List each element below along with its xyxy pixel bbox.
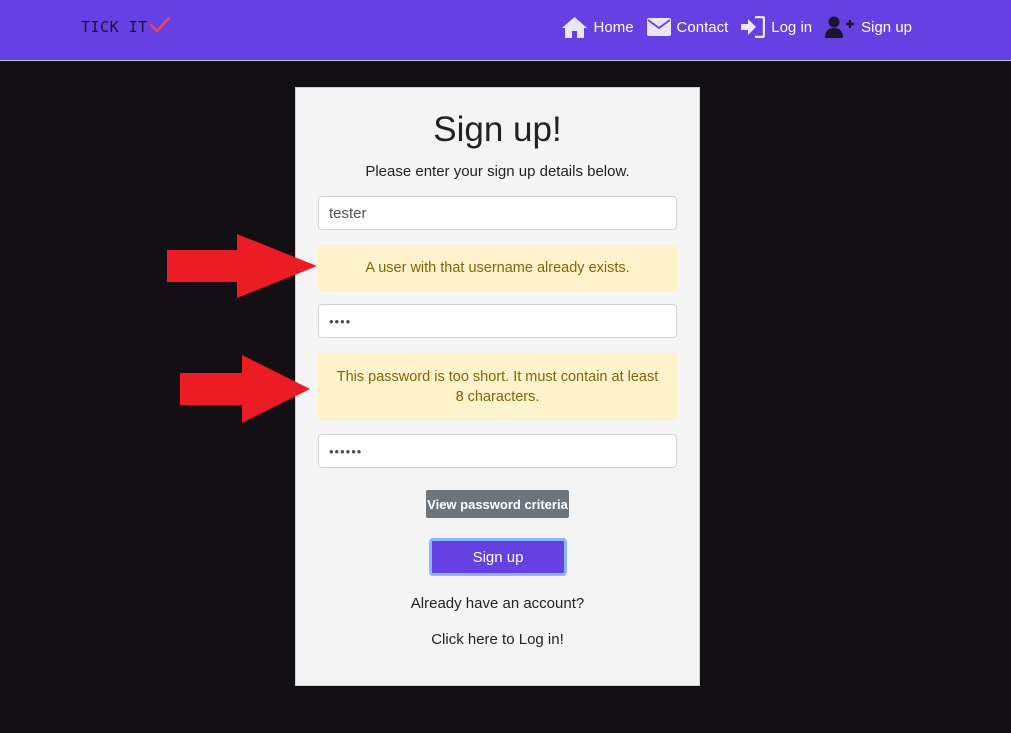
view-password-criteria-button[interactable]: View password criteria bbox=[426, 490, 569, 518]
user-plus-icon bbox=[825, 16, 855, 38]
page-subtitle: Please enter your sign up details below. bbox=[365, 163, 630, 180]
checkmark-icon bbox=[149, 16, 171, 33]
page-title: Sign up! bbox=[433, 110, 562, 149]
nav-contact-label: Contact bbox=[676, 18, 729, 36]
signup-card: Sign up! Please enter your sign up detai… bbox=[295, 87, 700, 686]
login-link[interactable]: Click here to Log in! bbox=[296, 631, 699, 648]
red-arrow-icon bbox=[167, 234, 317, 298]
username-input[interactable] bbox=[318, 196, 677, 230]
red-arrow-icon bbox=[180, 355, 310, 423]
nav-signup-label: Sign up bbox=[861, 18, 912, 36]
confirm-password-input[interactable] bbox=[318, 434, 677, 468]
nav-home-link[interactable]: Home bbox=[561, 16, 634, 38]
password-error-alert: This password is too short. It must cont… bbox=[318, 353, 677, 420]
brand-logo[interactable]: TICK IT bbox=[81, 16, 171, 36]
nav-contact-link[interactable]: Contact bbox=[646, 18, 729, 36]
sign-in-icon bbox=[741, 16, 766, 38]
nav-login-label: Log in bbox=[771, 18, 813, 36]
nav-home-label: Home bbox=[593, 18, 634, 36]
password-error-text: This password is too short. It must cont… bbox=[336, 368, 659, 405]
nav-links: Home Contact Log in Sign up bbox=[561, 16, 912, 38]
brand-text: TICK IT bbox=[81, 18, 148, 36]
navbar: TICK IT Home Contact Log in Sign up bbox=[0, 0, 1011, 61]
home-icon bbox=[561, 17, 587, 38]
nav-signup-link[interactable]: Sign up bbox=[825, 16, 912, 38]
envelope-icon bbox=[646, 18, 671, 36]
signup-submit-button[interactable]: Sign up bbox=[429, 538, 567, 576]
nav-login-link[interactable]: Log in bbox=[741, 16, 812, 38]
already-account-text: Already have an account? bbox=[410, 595, 585, 612]
password-input[interactable] bbox=[318, 304, 677, 338]
username-error-text: A user with that username already exists… bbox=[365, 260, 630, 276]
username-error-alert: A user with that username already exists… bbox=[318, 245, 677, 291]
